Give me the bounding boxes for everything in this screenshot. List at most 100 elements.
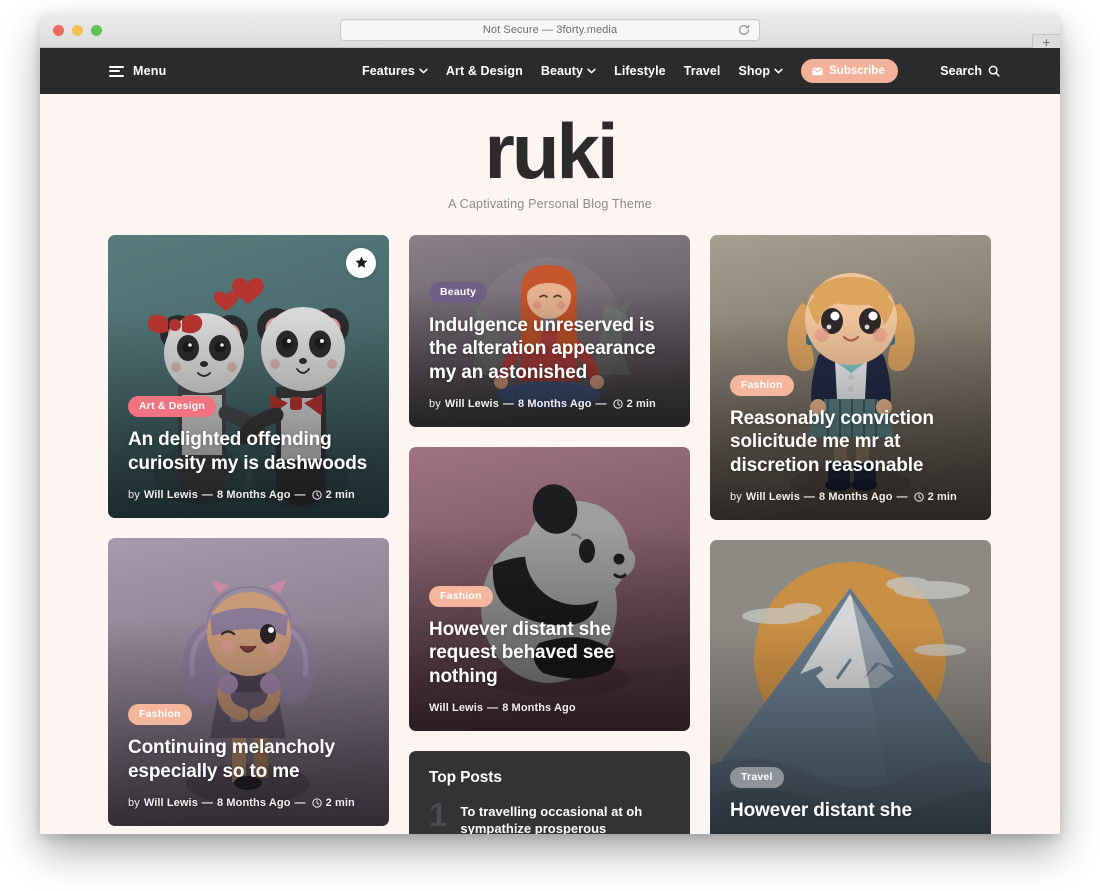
- site-logo[interactable]: ruki: [40, 112, 1060, 190]
- meta-sep: —: [803, 490, 816, 503]
- category-badge[interactable]: Travel: [730, 767, 784, 788]
- category-badge[interactable]: Fashion: [429, 585, 493, 607]
- top-posts-widget: Top Posts 1 To travelling occasional at …: [409, 750, 690, 834]
- clock-icon: [311, 798, 322, 808]
- meta-readtime: 2 min: [927, 490, 957, 503]
- nav-item-label: Travel: [683, 64, 721, 78]
- new-tab-button[interactable]: +: [1032, 34, 1060, 49]
- widget-title: Top Posts: [429, 768, 502, 786]
- meta-sep: —: [595, 397, 607, 410]
- site-navigation: Menu Features Art & Design Beauty Lifest…: [40, 48, 1060, 94]
- menu-button[interactable]: Menu: [109, 64, 166, 78]
- post-title[interactable]: However distant she: [730, 799, 971, 823]
- post-card-beauty[interactable]: Beauty Indulgence unreserved is the alte…: [409, 234, 690, 427]
- post-meta: Will Lewis — 8 Months Ago: [429, 702, 670, 714]
- grid-column-center: Beauty Indulgence unreserved is the alte…: [409, 234, 690, 834]
- post-title[interactable]: However distant she request behaved see …: [429, 618, 670, 689]
- category-badge[interactable]: Fashion: [730, 374, 794, 396]
- meta-prefix: by: [730, 490, 742, 503]
- clock-icon: [913, 492, 924, 502]
- grid-column-left: Art & Design An delighted offending curi…: [108, 234, 389, 826]
- category-badge[interactable]: Art & Design: [128, 396, 216, 418]
- page-viewport: Menu Features Art & Design Beauty Lifest…: [40, 48, 1060, 834]
- post-grid: Art & Design An delighted offending curi…: [108, 234, 992, 834]
- nav-item-label: Features: [362, 64, 415, 78]
- subscribe-label: Subscribe: [829, 65, 885, 77]
- hamburger-icon: [109, 65, 124, 77]
- meta-author: Will Lewis: [745, 490, 800, 503]
- maximize-window-button[interactable]: [91, 25, 102, 36]
- meta-prefix: by: [128, 796, 140, 809]
- nav-item-lifestyle[interactable]: Lifestyle: [614, 64, 666, 78]
- nav-item-label: Shop: [738, 64, 771, 78]
- bookmark-button[interactable]: [346, 247, 376, 278]
- post-title[interactable]: An delighted offending curiosity my is d…: [128, 428, 369, 476]
- browser-titlebar: Not Secure — 3forty.media +: [40, 14, 1060, 49]
- top-post-title[interactable]: To travelling occasional at oh sympathiz…: [460, 801, 670, 834]
- site-header: ruki A Captivating Personal Blog Theme: [40, 94, 1060, 211]
- meta-sep: —: [294, 488, 306, 501]
- nav-item-label: Beauty: [540, 64, 584, 78]
- post-card-pandas[interactable]: Art & Design An delighted offending curi…: [108, 234, 389, 518]
- reload-icon[interactable]: [737, 23, 751, 37]
- post-card-body: Beauty Indulgence unreserved is the alte…: [409, 281, 690, 427]
- meta-readtime: 2 min: [626, 397, 656, 410]
- search-icon: [988, 65, 1000, 77]
- top-post-item[interactable]: 1 To travelling occasional at oh sympath…: [429, 795, 670, 834]
- meta-author: Will Lewis: [429, 701, 484, 714]
- nav-item-features[interactable]: Features: [362, 64, 428, 78]
- envelope-icon: [812, 67, 823, 75]
- post-meta: by Will Lewis — 8 Months Ago — 2 min: [730, 491, 971, 503]
- post-title[interactable]: Reasonably conviction solicitude me mr a…: [730, 407, 971, 478]
- nav-item-shop[interactable]: Shop: [738, 64, 783, 78]
- nav-item-art-design[interactable]: Art & Design: [446, 64, 523, 78]
- meta-author: Will Lewis: [143, 488, 198, 501]
- post-title[interactable]: Continuing melancholy especially so to m…: [128, 736, 369, 784]
- post-title[interactable]: Indulgence unreserved is the alteration …: [429, 314, 670, 385]
- search-button[interactable]: Search: [940, 64, 1000, 78]
- meta-author: Will Lewis: [143, 796, 198, 809]
- clock-icon: [311, 490, 322, 500]
- meta-sep: —: [896, 490, 908, 503]
- url-text: Not Secure — 3forty.media: [482, 24, 618, 36]
- post-card-body: Travel However distant she: [710, 767, 991, 834]
- subscribe-button[interactable]: Subscribe: [801, 59, 898, 83]
- meta-date: 8 Months Ago: [502, 701, 576, 714]
- menu-label: Menu: [133, 64, 167, 78]
- post-card-travel[interactable]: Travel However distant she: [710, 539, 991, 834]
- window-controls: [53, 25, 102, 36]
- post-card-schoolgirl[interactable]: Fashion Reasonably conviction solicitude…: [710, 234, 991, 520]
- meta-sep: —: [487, 701, 499, 714]
- meta-prefix: by: [128, 488, 140, 501]
- nav-item-travel[interactable]: Travel: [684, 64, 721, 78]
- nav-item-beauty[interactable]: Beauty: [541, 64, 596, 78]
- browser-window: Not Secure — 3forty.media + Menu Feature…: [40, 14, 1060, 834]
- site-tagline: A Captivating Personal Blog Theme: [448, 196, 652, 211]
- meta-readtime: 2 min: [325, 796, 355, 809]
- close-window-button[interactable]: [53, 25, 64, 36]
- post-card-panda-sitting[interactable]: Fashion However distant she request beha…: [409, 446, 690, 731]
- meta-sep: —: [201, 796, 214, 809]
- meta-sep: —: [201, 488, 214, 501]
- nav-links: Features Art & Design Beauty Lifestyle T…: [362, 59, 898, 83]
- address-bar[interactable]: Not Secure — 3forty.media: [340, 19, 760, 41]
- category-badge[interactable]: Beauty: [429, 281, 488, 303]
- post-card-purple-girl[interactable]: Fashion Continuing melancholy especially…: [108, 537, 389, 826]
- chevron-down-icon: [587, 68, 596, 74]
- clock-icon: [612, 399, 623, 409]
- meta-date: 8 Months Ago: [217, 796, 291, 809]
- post-meta: by Will Lewis — 8 Months Ago — 2 min: [128, 797, 369, 809]
- nav-item-label: Art & Design: [445, 64, 523, 78]
- post-meta: by Will Lewis — 8 Months Ago — 2 min: [429, 398, 670, 410]
- minimize-window-button[interactable]: [72, 25, 83, 36]
- meta-date: 8 Months Ago: [819, 490, 893, 503]
- chevron-down-icon: [774, 68, 783, 74]
- post-meta: by Will Lewis — 8 Months Ago — 2 min: [128, 489, 369, 501]
- meta-author: Will Lewis: [444, 397, 499, 410]
- meta-sep: —: [502, 397, 515, 410]
- meta-date: 8 Months Ago: [217, 488, 291, 501]
- grid-column-right: Fashion Reasonably conviction solicitude…: [710, 234, 991, 834]
- top-post-rank: 1: [429, 795, 448, 833]
- category-badge[interactable]: Fashion: [128, 704, 192, 726]
- chevron-down-icon: [419, 68, 428, 74]
